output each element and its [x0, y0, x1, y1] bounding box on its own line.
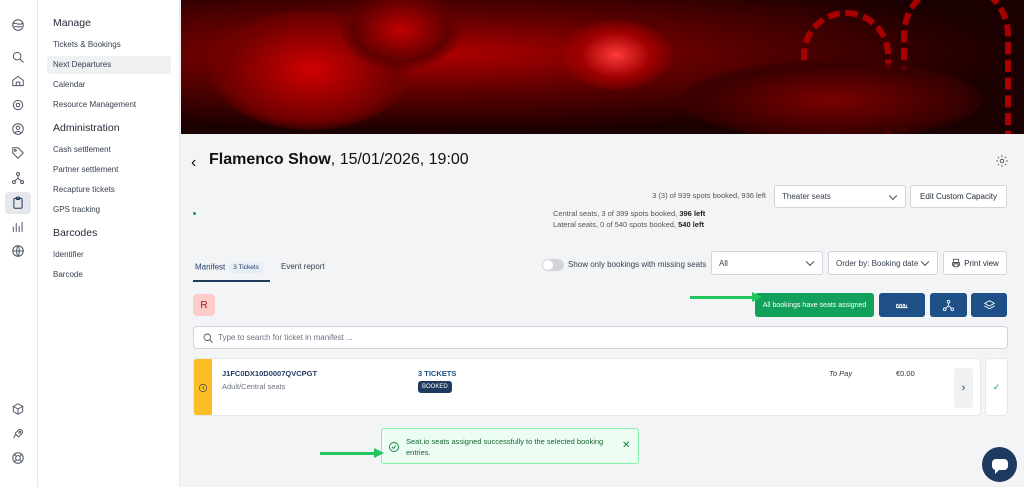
clock-icon [198, 383, 208, 393]
check-icon[interactable]: ✓ [985, 358, 1008, 416]
search-icon [203, 333, 213, 343]
seat-map-button[interactable] [879, 293, 925, 317]
tab-manifest[interactable]: Manifest 3 Tickets [195, 262, 263, 273]
ticket-count-badge: 3 Tickets [229, 262, 263, 273]
booking-summary: 3 (3) of 939 spots booked, 936 left [652, 191, 766, 200]
booking-code[interactable]: J1FC0DX10D0007QVCPGT [222, 369, 317, 378]
order-by-select[interactable]: Order by: Booking date [828, 251, 938, 275]
status-filter-select[interactable]: All [711, 251, 823, 275]
main-content: ‹ Flamenco Show, 15/01/2026, 19:00 3 (3)… [181, 134, 1024, 487]
chat-button[interactable] [982, 447, 1017, 482]
manifest-search-input[interactable] [218, 330, 918, 345]
rocket-icon[interactable] [9, 425, 27, 443]
seats-assigned-button[interactable]: All bookings have seats assigned [755, 293, 874, 317]
chat-icon [991, 459, 1008, 474]
status-badge: BOOKED [418, 381, 452, 393]
annotation-arrow [690, 292, 762, 302]
edit-custom-capacity-button[interactable]: Edit Custom Capacity [910, 185, 1007, 208]
layers-icon [983, 299, 995, 309]
booking-amount: €0.00 [896, 369, 915, 378]
annotation-arrow [320, 448, 384, 458]
print-view-button[interactable]: Print view [943, 251, 1007, 275]
close-icon[interactable]: ✕ [622, 440, 630, 451]
nav-heading-barcodes: Barcodes [53, 227, 98, 239]
pending-status-stripe [194, 359, 212, 415]
search-icon[interactable] [9, 48, 27, 66]
tag-icon[interactable] [9, 144, 27, 162]
chevron-down-icon [805, 257, 815, 267]
network-icon [942, 299, 955, 311]
status-dot [193, 212, 196, 215]
nav-item-tickets-bookings[interactable]: Tickets & Bookings [47, 36, 171, 54]
toast-message: Seat.io seats assigned successfully to t… [406, 437, 604, 457]
nav-item-barcode[interactable]: Barcode [47, 266, 171, 284]
seat-type-select[interactable]: Theater seats [774, 185, 906, 208]
lateral-seats-capacity: Lateral seats, 0 of 540 spots booked, 54… [553, 220, 704, 229]
missing-seats-toggle-label: Show only bookings with missing seats [568, 260, 707, 269]
nav-heading-manage: Manage [53, 17, 91, 29]
nav-item-calendar[interactable]: Calendar [47, 76, 171, 94]
active-tab-indicator [193, 280, 270, 282]
back-arrow-icon[interactable]: ‹ [191, 154, 196, 172]
sub-navigation: Manage Tickets & Bookings Next Departure… [38, 0, 180, 487]
missing-seats-toggle[interactable] [542, 259, 564, 271]
seats-icon [896, 303, 908, 308]
booking-detail: Adult/Central seats [222, 382, 286, 391]
event-hero-image [181, 0, 1024, 134]
ticket-count[interactable]: 3 TICKETS [418, 369, 456, 378]
nav-item-next-departures[interactable]: Next Departures [47, 56, 171, 74]
printer-icon [952, 258, 960, 268]
network-icon[interactable] [9, 169, 27, 187]
success-toast: Seat.io seats assigned successfully to t… [381, 428, 639, 464]
logo-icon[interactable] [9, 16, 27, 34]
settings-icon[interactable] [9, 96, 27, 114]
user-icon[interactable] [9, 120, 27, 138]
chevron-right-icon[interactable]: › [954, 368, 973, 408]
payment-status: To Pay [829, 369, 853, 378]
bar-chart-icon[interactable] [9, 218, 27, 236]
page-title: Flamenco Show, 15/01/2026, 19:00 [209, 151, 469, 168]
manifest-search[interactable] [193, 326, 1008, 349]
assign-seats-button[interactable] [930, 293, 967, 317]
globe-icon[interactable] [9, 242, 27, 260]
layers-button[interactable] [971, 293, 1007, 317]
nav-item-partner-settlement[interactable]: Partner settlement [47, 161, 171, 179]
chevron-down-icon [920, 257, 930, 267]
icon-rail [0, 0, 38, 487]
box-icon[interactable] [9, 400, 27, 418]
lifebuoy-icon[interactable] [9, 449, 27, 467]
nav-item-cash-settlement[interactable]: Cash settlement [47, 141, 171, 159]
nav-item-gps-tracking[interactable]: GPS tracking [47, 201, 171, 219]
avatar[interactable]: R [193, 294, 215, 316]
nav-item-recapture-tickets[interactable]: Recapture tickets [47, 181, 171, 199]
check-circle-icon [388, 440, 400, 452]
nav-heading-administration: Administration [53, 122, 120, 134]
home-icon[interactable] [9, 72, 27, 90]
tab-event-report[interactable]: Event report [281, 262, 325, 271]
chevron-down-icon [888, 191, 898, 200]
gear-icon[interactable] [995, 154, 1009, 168]
nav-item-resource-management[interactable]: Resource Management [47, 96, 171, 114]
nav-item-identifier[interactable]: Identifier [47, 246, 171, 264]
central-seats-capacity: Central seats, 3 of 399 spots booked, 39… [553, 209, 706, 218]
clipboard-icon[interactable] [5, 192, 31, 214]
booking-row[interactable]: J1FC0DX10D0007QVCPGT Adult/Central seats… [193, 358, 981, 416]
